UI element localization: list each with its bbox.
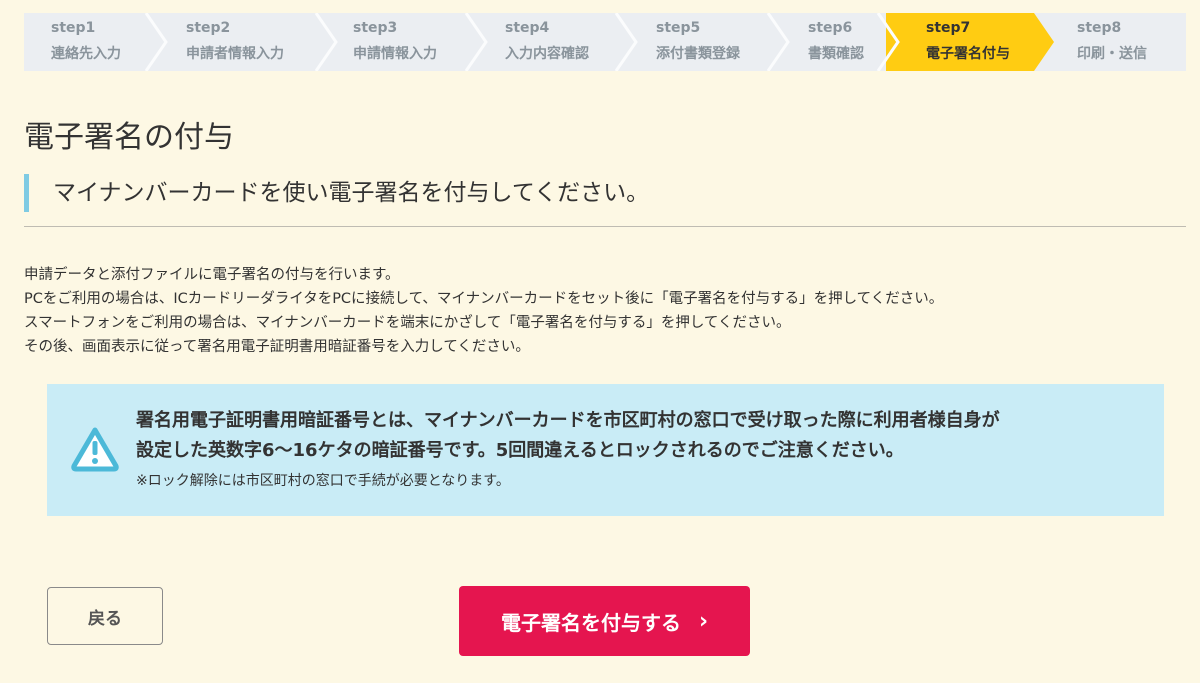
warning-icon [71, 427, 119, 472]
divider [24, 226, 1186, 227]
active-step-arrow [1034, 13, 1054, 71]
step-label: 入力内容確認 [505, 46, 589, 62]
step-label: 連絡先入力 [51, 46, 121, 62]
step-separator [314, 13, 338, 71]
step-number: step4 [505, 20, 550, 36]
chevron-right-icon: › [698, 608, 709, 634]
step-separator [614, 13, 638, 71]
section-heading: マイナンバーカードを使い電子署名を付与してください。 [24, 174, 649, 212]
step-label: 申請情報入力 [353, 46, 437, 62]
step-progress-bar: step1 連絡先入力 step2 申請者情報入力 step3 申請情報入力 s… [24, 13, 1186, 71]
step-separator [766, 13, 790, 71]
description-text: 申請データと添付ファイルに電子署名の付与を行います。 PCをご利用の場合は、IC… [24, 263, 943, 359]
step-number: step7 [926, 20, 971, 36]
step-separator [144, 13, 168, 71]
step-label: 申請者情報入力 [186, 46, 284, 62]
step-separator [876, 13, 900, 71]
step-label: 電子署名付与 [926, 46, 1010, 62]
sign-button-label: 電子署名を付与する [500, 610, 681, 635]
section-heading-text: マイナンバーカードを使い電子署名を付与してください。 [53, 180, 650, 206]
step-number: step8 [1077, 20, 1122, 36]
step-label: 添付書類登録 [656, 46, 740, 62]
step-number: step2 [186, 20, 231, 36]
description-line: 申請データと添付ファイルに電子署名の付与を行います。 [24, 267, 400, 283]
back-button[interactable]: 戻る [47, 587, 163, 645]
description-line: その後、画面表示に従って署名用電子証明書用暗証番号を入力してください。 [24, 339, 530, 355]
step-number: step6 [808, 20, 853, 36]
notice-line: 署名用電子証明書用暗証番号とは、マイナンバーカードを市区町村の窓口で受け取った際… [136, 410, 1000, 431]
step-separator [464, 13, 488, 71]
notice-footnote: ※ロック解除には市区町村の窓口で手続が必要となります。 [136, 473, 510, 489]
description-line: スマートフォンをご利用の場合は、マイナンバーカードを端末にかざして「電子署名を付… [24, 315, 791, 331]
step-number: step1 [51, 20, 96, 36]
page-title: 電子署名の付与 [24, 120, 234, 155]
step-number: step5 [656, 20, 701, 36]
step-number: step3 [353, 20, 398, 36]
pin-notice-box: 署名用電子証明書用暗証番号とは、マイナンバーカードを市区町村の窓口で受け取った際… [47, 384, 1164, 516]
notice-message: 署名用電子証明書用暗証番号とは、マイナンバーカードを市区町村の窓口で受け取った際… [136, 406, 1000, 466]
step-label: 書類確認 [808, 46, 864, 62]
description-line: PCをご利用の場合は、ICカードリーダライタをPCに接続して、マイナンバーカード… [24, 291, 944, 307]
sign-button[interactable]: 電子署名を付与する › [459, 586, 750, 656]
notice-line: 設定した英数字6～16ケタの暗証番号です。5回間違えるとロックされるのでご注意く… [136, 440, 904, 461]
step-label: 印刷・送信 [1077, 46, 1147, 62]
